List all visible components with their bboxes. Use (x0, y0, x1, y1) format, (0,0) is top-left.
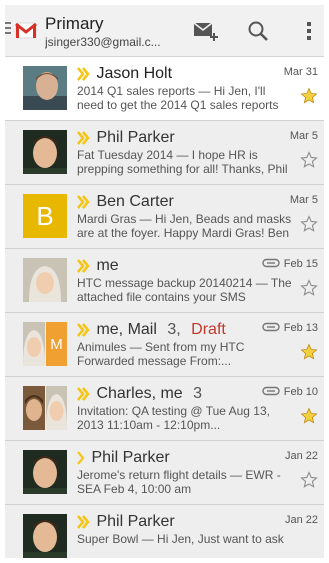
sender-line: Jason Holt (77, 65, 267, 83)
thread-date: Jan 22 (284, 450, 318, 462)
important-marker-icon[interactable] (77, 67, 90, 81)
important-marker-outline-icon[interactable] (77, 451, 85, 465)
star-icon[interactable] (300, 343, 318, 361)
sender-name: Phil Parker (96, 129, 175, 146)
sender-name: Jason Holt (96, 65, 173, 82)
avatar-letter: M (50, 335, 63, 353)
thread-date: Mar 31 (283, 66, 318, 78)
thread-snippet: Mardi Gras — Hi Jen, Beads and masks are… (77, 212, 292, 240)
mailbox-title[interactable]: Primary (45, 14, 104, 34)
sender-name: me (96, 257, 119, 274)
thread-list: Jason Holt Mar 31 2014 Q1 sales reports … (5, 57, 324, 558)
sender-line: Phil Parker (77, 129, 267, 147)
thread-row[interactable]: Phil Parker Jan 22 Jerome's return fligh… (5, 441, 324, 505)
important-marker-icon[interactable] (77, 259, 90, 273)
sender-line: Charles, me 3 (77, 385, 267, 403)
drawer-indicator-icon[interactable] (5, 22, 11, 36)
avatar[interactable] (23, 258, 67, 302)
thread-snippet: Animules — Sent from my HTC Forwarded me… (77, 340, 245, 368)
thread-row[interactable]: Charles, me 3 Feb 10 Invitation: QA test… (5, 377, 324, 441)
thread-date: Feb 10 (283, 386, 318, 398)
avatar (23, 322, 45, 366)
avatar-group[interactable] (23, 386, 67, 430)
sender-name: Charles, me (96, 385, 183, 402)
thread-snippet: Fat Tuesday 2014 — I hope HR is prepping… (77, 148, 288, 176)
avatar[interactable] (23, 450, 67, 494)
compose-button[interactable] (192, 17, 220, 45)
important-marker-icon[interactable] (77, 515, 90, 529)
gmail-logo-icon[interactable] (15, 21, 37, 39)
thread-row[interactable]: Phil Parker Mar 5 Fat Tuesday 2014 — I h… (5, 121, 324, 185)
star-icon[interactable] (300, 87, 318, 105)
sender-line: Phil Parker (77, 449, 267, 467)
important-marker-icon[interactable] (77, 387, 90, 401)
action-bar: Primary jsinger330@gmail.c... (5, 5, 324, 57)
thread-date: Feb 15 (283, 258, 318, 270)
thread-snippet: 2014 Q1 sales reports — Hi Jen, I'll nee… (77, 84, 279, 112)
sender-name: Phil Parker (91, 449, 170, 466)
sender-line: me (77, 257, 267, 275)
avatar: M (46, 322, 67, 366)
search-button[interactable] (244, 17, 272, 45)
attachment-icon (262, 386, 280, 396)
avatar[interactable] (23, 514, 67, 558)
sender-line: Ben Carter (77, 193, 267, 211)
sender-name: me, Mail (96, 321, 157, 338)
phone-screen: Primary jsinger330@gmail.c... Jason Holt… (5, 5, 324, 558)
draft-label: Draft (191, 321, 226, 338)
overflow-menu-button[interactable] (295, 17, 323, 45)
thread-date: Mar 5 (289, 130, 318, 142)
star-outline-icon[interactable] (300, 151, 318, 169)
avatar[interactable] (23, 66, 67, 110)
sender-line: Phil Parker (77, 513, 267, 531)
thread-snippet: Jerome's return flight details — EWR - S… (77, 468, 281, 496)
star-icon[interactable] (300, 407, 318, 425)
thread-row[interactable]: Jason Holt Mar 31 2014 Q1 sales reports … (5, 57, 324, 121)
search-icon (248, 21, 268, 41)
thread-row[interactable]: M me, Mail 3, Draft Feb 13 Animules — Se… (5, 313, 324, 377)
avatar-letter: B (36, 200, 54, 231)
important-marker-icon[interactable] (77, 131, 90, 145)
account-email[interactable]: jsinger330@gmail.c... (45, 35, 177, 49)
thread-date: Jan 22 (284, 514, 318, 526)
avatar (46, 386, 67, 430)
star-outline-icon[interactable] (300, 471, 318, 489)
important-marker-icon[interactable] (77, 195, 90, 209)
avatar (23, 386, 45, 430)
thread-date: Mar 5 (289, 194, 318, 206)
avatar-group[interactable]: M (23, 322, 67, 366)
thread-row[interactable]: me Feb 15 HTC message backup 20140214 — … (5, 249, 324, 313)
thread-date: Feb 13 (283, 322, 318, 334)
overflow-menu-icon (307, 22, 311, 40)
attachment-icon (262, 258, 280, 268)
avatar[interactable]: B (23, 194, 67, 238)
thread-row[interactable]: Phil Parker Jan 22 Super Bowl — Hi Jen, … (5, 505, 324, 558)
sender-name: Phil Parker (96, 513, 175, 530)
thread-snippet: Invitation: QA testing @ Tue Aug 13, 201… (77, 404, 270, 432)
message-count: 3, (167, 321, 181, 338)
compose-mail-icon (193, 22, 218, 41)
avatar[interactable] (23, 130, 67, 174)
attachment-icon (262, 322, 280, 332)
thread-snippet: Super Bowl — Hi Jen, Just want to ask (77, 532, 284, 546)
star-outline-icon[interactable] (300, 215, 318, 233)
sender-name: Ben Carter (96, 193, 174, 210)
sender-line: me, Mail 3, Draft (77, 321, 267, 339)
star-outline-icon[interactable] (300, 279, 318, 297)
important-marker-icon[interactable] (77, 323, 90, 337)
thread-row[interactable]: B Ben Carter Mar 5 Mardi Gras — Hi Jen, … (5, 185, 324, 249)
thread-snippet: HTC message backup 20140214 — The attach… (77, 276, 292, 304)
message-count: 3 (193, 385, 203, 402)
